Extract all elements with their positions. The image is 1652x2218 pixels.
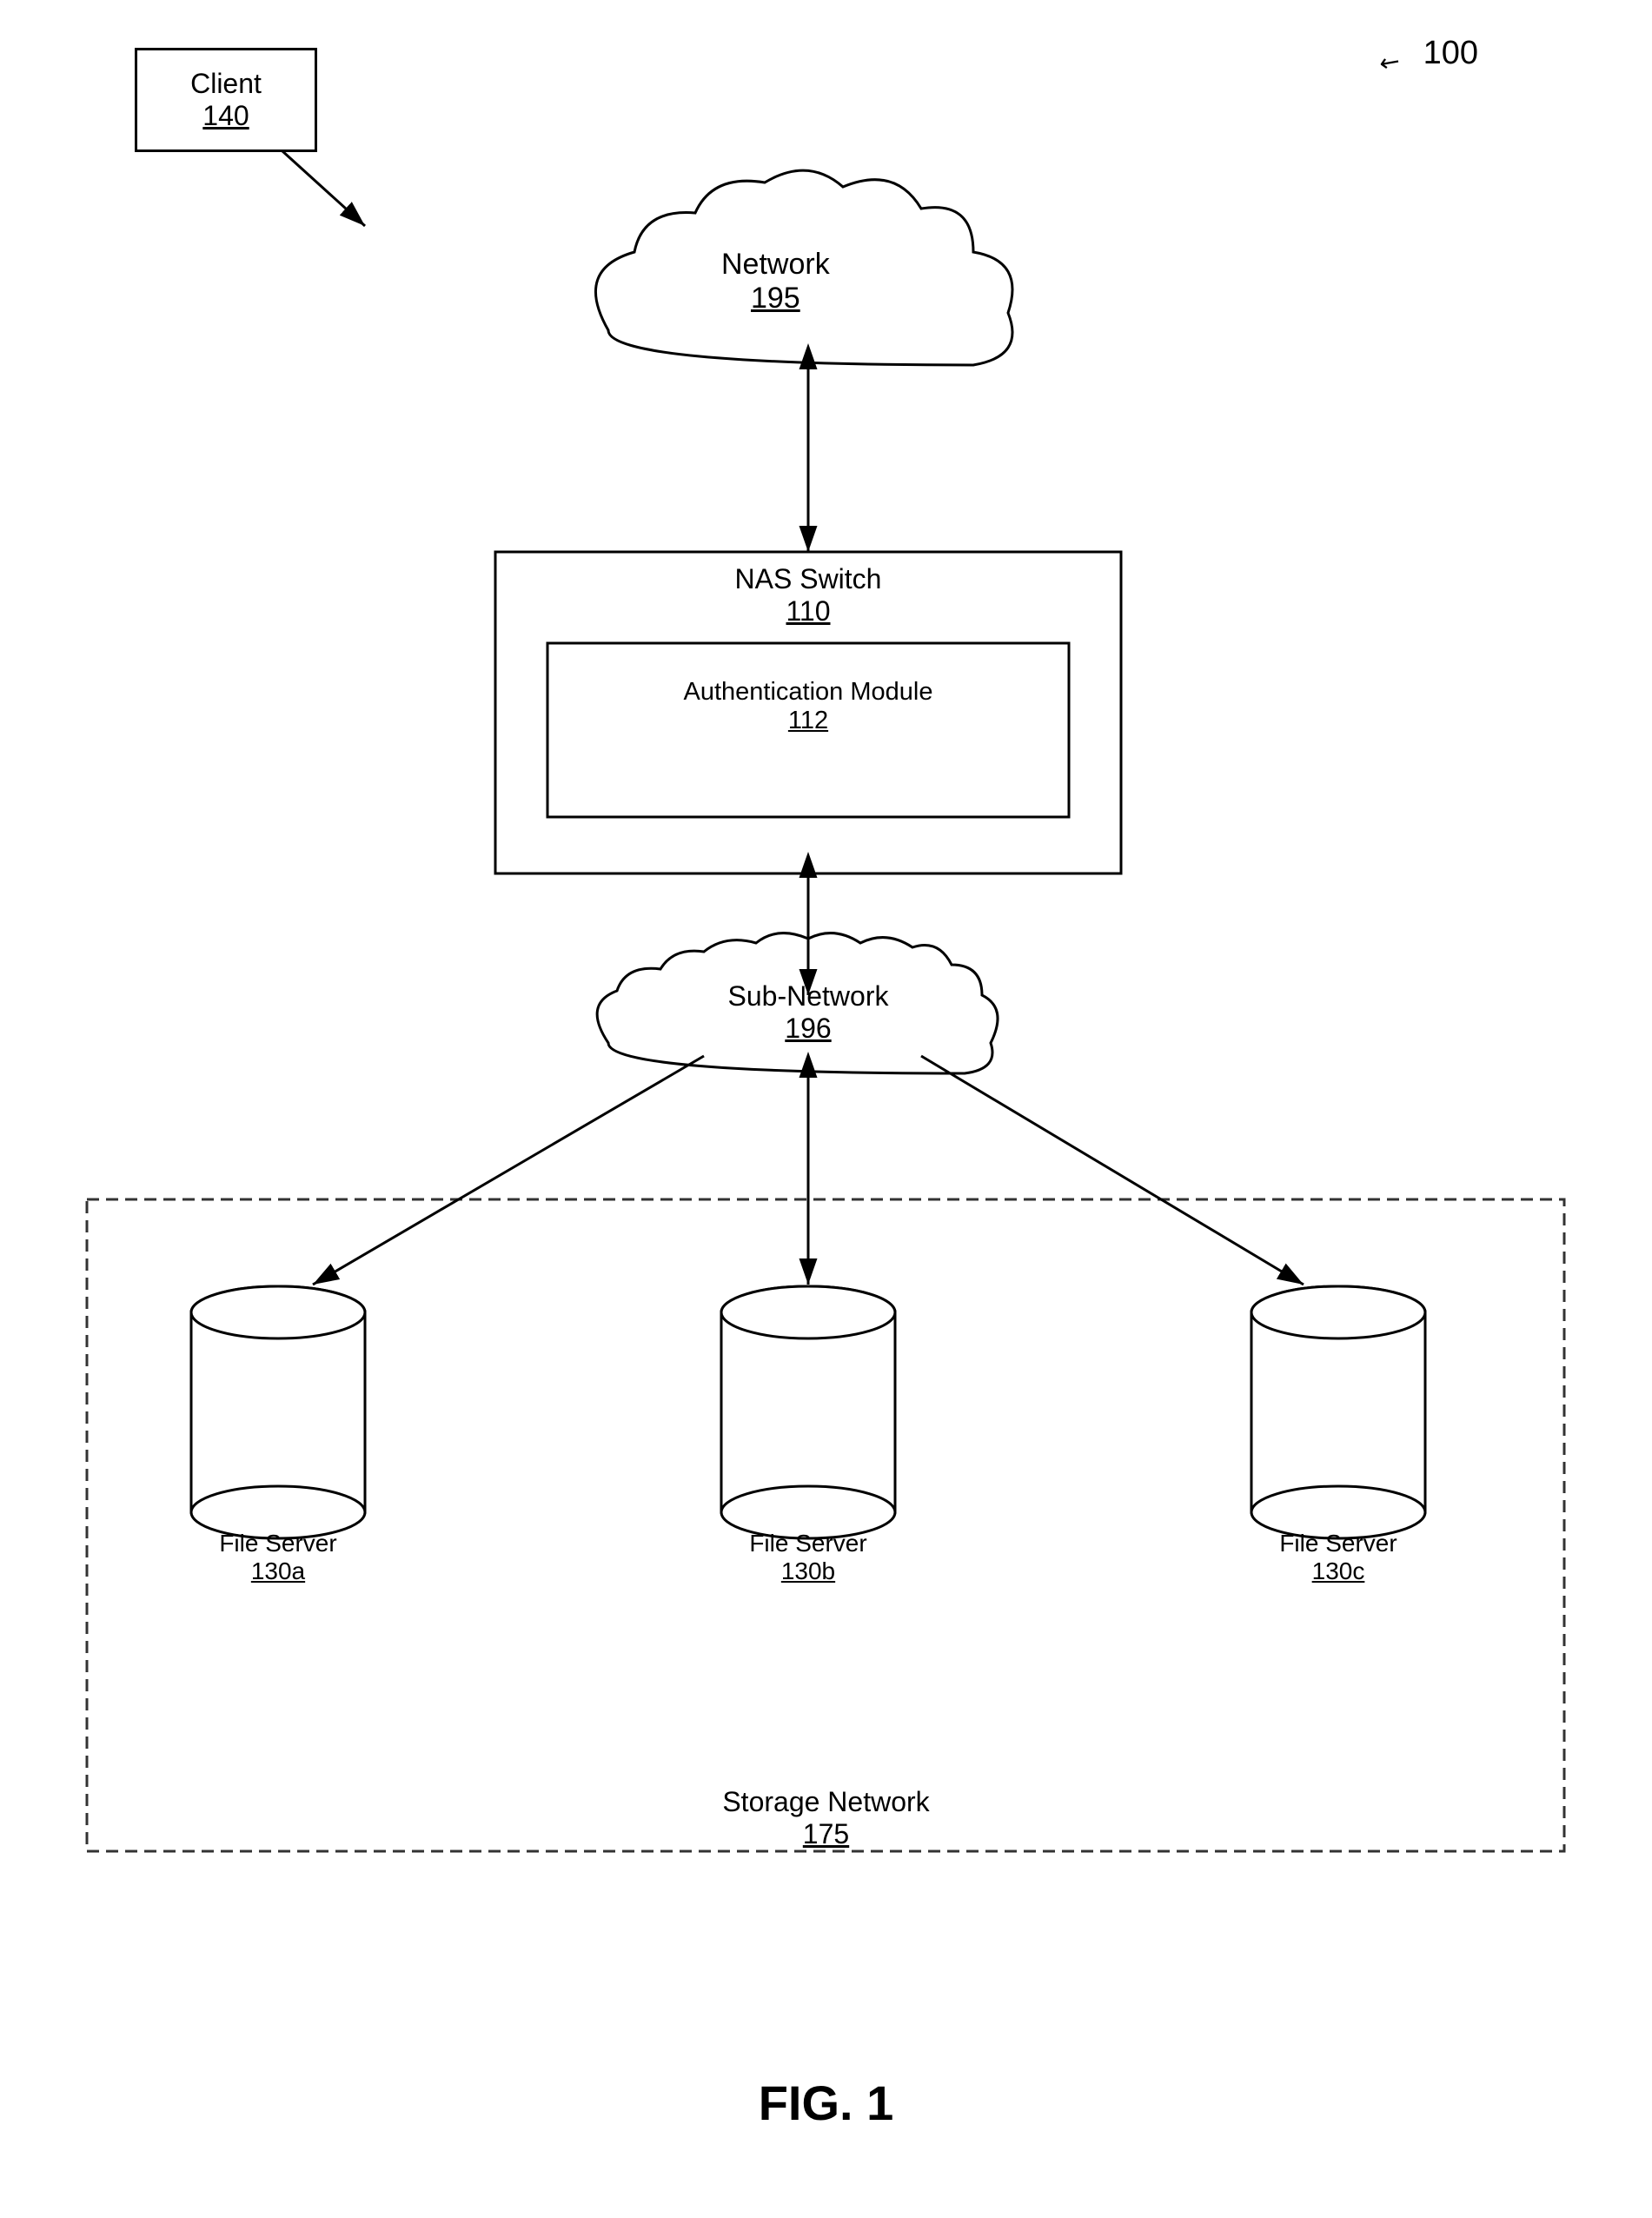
auth-module-label: Authentication Module: [556, 678, 1060, 707]
auth-module-label-group: Authentication Module 112: [556, 678, 1060, 735]
subnetwork-130a-arrow: [313, 1056, 704, 1285]
file-server-130c-label-group: File Server 130c: [1251, 1530, 1425, 1585]
cylinder-top-130c: [1251, 1286, 1425, 1338]
storage-network-label: Storage Network: [722, 1786, 929, 1818]
network-label-group: Network 195: [721, 248, 830, 315]
fig-ref-number: 100: [1423, 35, 1478, 72]
sub-network-label-group: Sub-Network 196: [713, 980, 904, 1045]
storage-network-label-group: Storage Network 175: [722, 1786, 929, 1850]
fig-ref-arrow-icon: ↙: [1373, 44, 1406, 79]
file-server-130a-number: 130a: [191, 1557, 365, 1585]
sub-network-number: 196: [713, 1013, 904, 1045]
storage-network-box: [87, 1199, 1564, 1851]
nas-switch-label: NAS Switch: [539, 563, 1078, 595]
client-label: Client: [190, 68, 262, 100]
nas-switch-label-group: NAS Switch 110: [539, 563, 1078, 628]
sub-network-label: Sub-Network: [713, 980, 904, 1013]
subnetwork-130c-arrow: [921, 1056, 1304, 1285]
diagram-container: 100 ↙ Client 140 Network 195 NAS Switch …: [0, 0, 1652, 2218]
auth-module-number: 112: [556, 707, 1060, 735]
cylinder-body-130c: [1251, 1312, 1425, 1512]
storage-network-number: 175: [722, 1818, 929, 1850]
file-server-130a-label-group: File Server 130a: [191, 1530, 365, 1585]
cylinder-body-130b: [721, 1312, 895, 1512]
network-number: 195: [721, 282, 830, 315]
client-box: Client 140: [135, 48, 317, 152]
svg-overlay: [0, 0, 1652, 2218]
file-server-130b-label: File Server: [721, 1530, 895, 1557]
cylinder-top-130a: [191, 1286, 365, 1338]
file-server-130b-label-group: File Server 130b: [721, 1530, 895, 1585]
fig-label: FIG. 1: [759, 2075, 894, 2131]
file-server-130a-label: File Server: [191, 1530, 365, 1557]
client-number: 140: [202, 100, 249, 132]
nas-switch-number: 110: [539, 595, 1078, 628]
file-server-130c-label: File Server: [1251, 1530, 1425, 1557]
file-server-130c-number: 130c: [1251, 1557, 1425, 1585]
cylinder-body-130a: [191, 1312, 365, 1512]
file-server-130b-number: 130b: [721, 1557, 895, 1585]
network-label: Network: [721, 248, 830, 282]
cylinder-top-130b: [721, 1286, 895, 1338]
